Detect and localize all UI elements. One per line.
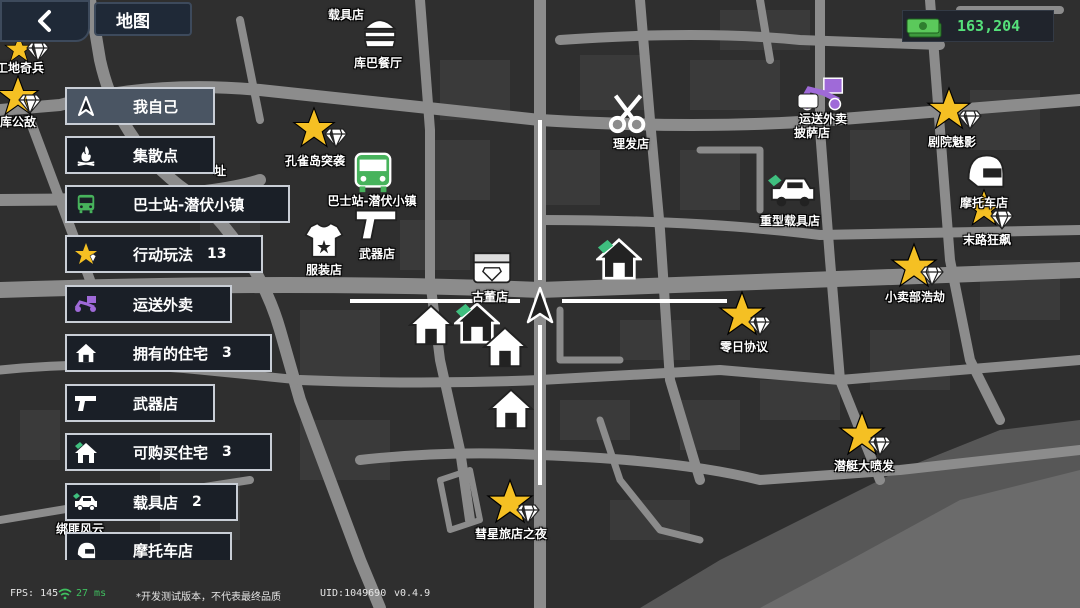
map-label-pizza: 披萨店 (793, 126, 831, 140)
menu-item-delivery[interactable]: 运送外卖 (65, 285, 232, 323)
money-display: 163,204 (902, 10, 1054, 42)
diamond-icon (748, 316, 772, 336)
pizza-icon[interactable] (796, 92, 820, 112)
map-label-site-soldier: 工地奇兵 (0, 61, 45, 75)
map-label-antique: 古董店 (471, 290, 509, 304)
map-label-vault: 库公敌 (0, 115, 37, 129)
back-button[interactable] (0, 0, 90, 42)
map-label-moto-shop: 摩托车店 (959, 196, 1009, 210)
diamond-icon (920, 266, 944, 286)
page-title: 地图 (94, 2, 192, 36)
diamond-icon (868, 436, 892, 456)
menu-item-bus-stop[interactable]: 巴士站-潜伏小镇 (65, 185, 290, 223)
user-id: UID:1049690 (320, 588, 387, 599)
map-label-vehicle-shop: 载具店 (327, 8, 365, 22)
dev-build-notice: *开发测试版本，不代表最终品质 (136, 592, 281, 603)
map-label-comet-hotel: 彗星旅店之夜 (474, 527, 548, 541)
map-label-edge: 址 (213, 164, 227, 178)
menu-item-count: 3 (222, 345, 232, 361)
menu-item-label: 武器店 (133, 394, 179, 413)
menu-item-label: 集散点 (133, 146, 179, 165)
bus-icon (77, 194, 95, 214)
status-bar: FPS: 145 27 ms *开发测试版本，不代表最终品质 UID:10496… (0, 584, 1080, 606)
map-label-bus-stop: 巴士站-潜伏小镇 (327, 194, 417, 208)
menu-item-label: 运送外卖 (133, 295, 194, 314)
map-label-heavy-vehicle: 重型载具店 (759, 214, 821, 228)
diamond-icon (516, 504, 540, 524)
antique-chest-icon[interactable] (470, 246, 514, 286)
motorcycle-helmet-icon[interactable] (962, 150, 1008, 194)
bus-icon[interactable] (350, 150, 396, 196)
menu-item-label: 拥有的住宅 (133, 344, 209, 363)
map-label-clothing: 服装店 (305, 263, 343, 277)
version-label: v0.4.9 (394, 588, 431, 599)
gun-icon (75, 396, 96, 411)
diamond-icon (990, 210, 1014, 230)
cash-icon (906, 18, 942, 38)
menu-item-owned-houses[interactable]: 拥有的住宅 3 (65, 334, 272, 372)
menu-item-label: 我自己 (133, 97, 179, 116)
house-for-sale-icon (75, 442, 97, 463)
owned-house-icon[interactable] (488, 386, 534, 432)
star-icon (75, 243, 97, 264)
fps-counter: FPS: 145 (10, 588, 59, 599)
owned-house-icon[interactable] (408, 302, 454, 348)
gun-icon[interactable] (354, 204, 400, 244)
house-for-sale-icon[interactable] (596, 236, 642, 282)
diamond-icon (958, 110, 982, 130)
menu-item-myself[interactable]: 我自己 (65, 87, 215, 125)
menu-item-count: 2 (192, 494, 202, 510)
menu-item-label: 载具店 (133, 493, 179, 512)
heavy-vehicle-icon[interactable] (768, 172, 818, 212)
player-location-icon (526, 286, 554, 324)
menu-item-gathering-point[interactable]: 集散点 (65, 136, 215, 174)
delivery-scooter-icon (74, 296, 96, 312)
menu-item-missions[interactable]: 行动玩法 13 (65, 235, 263, 273)
scissors-icon[interactable] (606, 90, 652, 136)
map-label-theater: 剧院魅影 (927, 135, 977, 149)
owned-house-icon[interactable] (482, 324, 528, 370)
map-label-peacock: 孔雀岛突袭 (284, 154, 346, 168)
map-label-zero-day: 零日协议 (719, 340, 769, 354)
menu-item-vehicle-shop[interactable]: 载具店 2 (65, 483, 238, 521)
menu-item-weapon-shop[interactable]: 武器店 (65, 384, 215, 422)
motorcycle-helmet-icon (77, 542, 96, 559)
menu-item-label: 巴士站-潜伏小镇 (133, 195, 245, 214)
diamond-icon (324, 128, 348, 148)
money-amount: 163,204 (957, 17, 1021, 35)
map-label-submarine: 潜艇大喷发 (833, 459, 895, 473)
campfire-icon (77, 145, 95, 166)
menu-item-motorcycle-shop[interactable]: 摩托车店 (65, 532, 232, 560)
menu-item-count: 3 (222, 444, 232, 460)
location-arrow-icon (78, 96, 94, 116)
menu-item-count: 13 (207, 246, 227, 262)
shirt-icon[interactable] (304, 220, 344, 260)
menu-item-label: 摩托车店 (133, 542, 194, 560)
car-icon (73, 493, 97, 511)
ping-readout: 27 ms (76, 588, 107, 599)
house-icon (75, 343, 97, 363)
chevron-left-icon (38, 10, 51, 32)
diamond-icon (18, 94, 42, 114)
map-label-last-road: 末路狂飙 (962, 233, 1012, 247)
menu-item-label: 可购买住宅 (133, 443, 209, 462)
map-label-barber: 理发店 (612, 137, 650, 151)
wifi-icon (58, 588, 72, 600)
map-label-weapon-shop: 武器店 (358, 247, 396, 261)
map-label-burger: 库巴餐厅 (353, 56, 403, 70)
burger-icon[interactable] (360, 12, 400, 52)
map-label-shop-plot: 小卖部浩劫 (884, 290, 946, 304)
menu-item-houses-for-sale[interactable]: 可购买住宅 3 (65, 433, 272, 471)
menu-item-label: 行动玩法 (133, 245, 194, 264)
